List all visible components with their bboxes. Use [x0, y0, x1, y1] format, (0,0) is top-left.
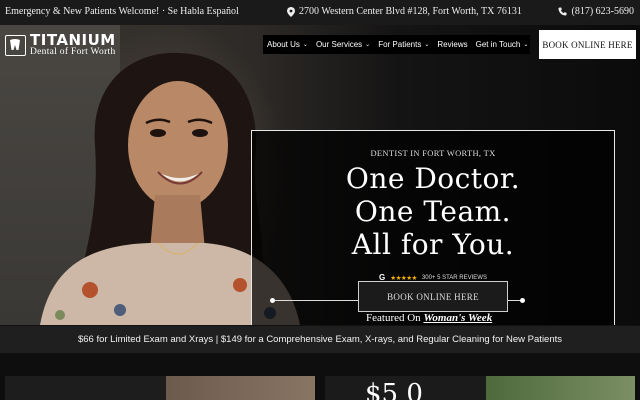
nav-label: Our Services — [315, 40, 363, 49]
nav-reviews[interactable]: Reviews — [433, 40, 471, 49]
chevron-down-icon: ⌄ — [523, 42, 529, 48]
welcome-text: Emergency & New Patients Welcome! · Se H… — [5, 6, 239, 17]
nav-label: Reviews — [437, 40, 468, 49]
book-online-hero-button[interactable]: BOOK ONLINE HERE — [358, 281, 508, 312]
address-link[interactable]: 2700 Western Center Blvd #128, Fort Wort… — [287, 6, 522, 17]
address-text: 2700 Western Center Blvd #128, Fort Wort… — [299, 6, 522, 17]
main-nav: About Us ⌄ Our Services ⌄ For Patients ⌄ Re… — [263, 35, 530, 54]
offer-card-1[interactable] — [5, 376, 315, 400]
nav-for-patients[interactable]: For Patients ⌄ — [374, 40, 433, 49]
hero-headline: One Doctor. One Team. All for You. — [252, 162, 614, 261]
offer-card-2-text: $5 0 — [365, 379, 423, 400]
site-logo[interactable]: TITANIUM Dental of Fort Worth — [5, 33, 116, 57]
cta-divider-left — [273, 300, 358, 301]
hero-section: DENTIST IN FORT WORTH, TX One Doctor. On… — [0, 25, 640, 325]
chevron-down-icon: ⌄ — [424, 42, 430, 48]
cta-dot-left — [270, 298, 275, 303]
cta-dot-right — [520, 298, 525, 303]
nav-our-services[interactable]: Our Services ⌄ — [312, 40, 374, 49]
reviews-text: 300+ 5 STAR REVIEWS — [421, 274, 487, 281]
offers-section: $5 0 — [0, 353, 640, 400]
nav-label: Get in Touch — [475, 40, 521, 49]
logo-title: TITANIUM — [30, 31, 116, 49]
headline-line-2: One Team. — [354, 195, 512, 228]
top-info-bar: Emergency & New Patients Welcome! · Se H… — [0, 0, 640, 25]
nav-about-us[interactable]: About Us ⌄ — [263, 40, 312, 49]
phone-icon — [557, 7, 567, 16]
phone-link[interactable]: (817) 623-5690 — [557, 6, 635, 17]
nav-label: For Patients — [378, 40, 422, 49]
tooth-logo-icon — [5, 34, 26, 56]
headline-line-3: All for You. — [351, 228, 515, 261]
featured-brand: Woman's Week — [423, 312, 493, 324]
phone-text: (817) 623-5690 — [571, 6, 635, 17]
hero-eyebrow: DENTIST IN FORT WORTH, TX — [370, 148, 496, 158]
featured-prefix: Featured On — [366, 312, 421, 324]
headline-line-1: One Doctor. — [345, 162, 521, 195]
nav-get-in-touch[interactable]: Get in Touch ⌄ — [472, 40, 533, 49]
logo-subtitle: Dental of Fort Worth — [30, 47, 116, 57]
book-online-header-button[interactable]: BOOK ONLINE HERE — [539, 30, 636, 59]
featured-on[interactable]: Featured On Woman's Week — [366, 312, 492, 324]
chevron-down-icon: ⌄ — [365, 42, 371, 48]
map-pin-icon — [287, 6, 295, 17]
nav-label: About Us — [267, 40, 300, 49]
chevron-down-icon: ⌄ — [302, 42, 308, 48]
promo-banner[interactable]: $66 for Limited Exam and Xrays | $149 fo… — [0, 326, 640, 353]
offer-card-2[interactable]: $5 0 — [325, 376, 635, 400]
